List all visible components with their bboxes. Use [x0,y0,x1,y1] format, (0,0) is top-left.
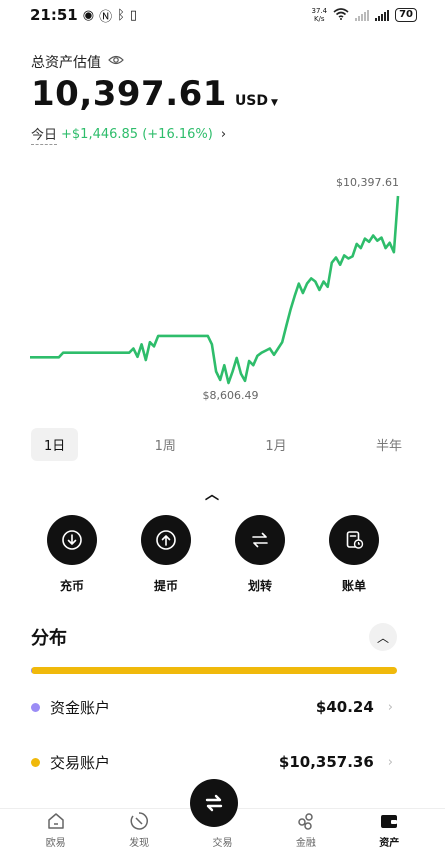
chevron-right-icon: › [387,754,393,770]
nav-assets-label: 资产 [379,838,400,849]
net-speed-value: 37.4 [311,7,328,15]
signal-icon-sim1 [355,9,370,21]
chevron-up-icon: ︿ [376,630,389,645]
status-time: 21:51 [30,6,78,24]
chart-series-line [30,195,400,385]
withdraw-label: 提币 [153,579,178,593]
balance-row: 10,397.61 USD ▼ [31,74,278,114]
caret-down-icon: ▼ [271,98,278,108]
chart-max-label: $10,397.61 [336,176,399,189]
wifi-icon [333,7,349,23]
chevron-right-icon: › [387,699,393,715]
bill-label: 账单 [341,579,366,593]
chevron-right-icon: › [220,127,227,142]
withdraw-icon [141,515,191,565]
nav-finance-label: 金融 [295,838,316,849]
currency-selector[interactable]: USD ▼ [235,93,278,109]
discover-icon [130,812,149,830]
battery-icon: 70 [395,8,417,22]
distribution-title: 分布 [31,628,67,649]
wallet-icon [381,815,398,828]
bill-button[interactable]: 账单 [328,515,380,594]
asset-title-text: 总资产估值 [31,55,101,71]
range-tab-6m[interactable]: 半年 [363,428,415,461]
nav-discover-label: 发现 [129,838,150,849]
transfer-icon [235,515,285,565]
visibility-eye-icon[interactable] [108,52,124,72]
total-balance: 10,397.61 [31,74,227,114]
pnl-value: +$1,446.85 (+16.16%) [61,127,213,142]
pnl-row[interactable]: 今日 +$1,446.85 (+16.16%) › [31,124,226,145]
deposit-icon [47,515,97,565]
net-speed-unit: K/s [313,15,325,23]
distribution-bar [31,667,397,674]
deposit-label: 充币 [59,579,84,593]
nav-home[interactable]: 欧易 [26,811,86,849]
net-speed: 37.4 K/s [311,7,327,23]
nav-trade-label: 交易 [212,838,233,849]
deposit-button[interactable]: 充币 [46,515,98,594]
vibrate-icon: ▯ [129,7,138,23]
trading-account-value: $10,357.36 [278,753,374,771]
range-tab-1d[interactable]: 1日 [31,427,79,461]
range-tabs: 1日 1周 1月 半年 [31,427,415,461]
nav-discover[interactable]: 发现 [109,811,169,849]
home-icon [47,813,64,829]
transfer-label: 划转 [247,579,272,593]
distribution-bar-funding-segment [31,667,33,674]
finance-icon [298,813,313,830]
status-right: 37.4 K/s 70 [311,7,417,23]
status-left: 21:51 ◉ Ⓝ ᛒ ▯ [30,6,137,25]
balance-chart: $10,397.61 $8,606.49 [0,170,445,410]
chart-min-label: $8,606.49 [202,389,259,402]
nav-assets[interactable]: 资产 [359,811,419,849]
bluetooth-icon: ᛒ [117,7,125,23]
trade-button[interactable] [190,779,238,827]
funding-account-row[interactable]: 资金账户 $40.24 › [31,692,393,722]
trading-account-name: 交易账户 [50,753,111,772]
signal-icon-sim2 [375,9,390,21]
funding-account-value: $40.24 [315,698,374,716]
range-tab-1w[interactable]: 1周 [142,428,189,461]
bill-icon [329,515,379,565]
nav-home-label: 欧易 [45,838,66,849]
funding-account-dot [31,702,40,712]
chevron-up-icon[interactable]: ︿ [205,484,219,504]
asset-title: 总资产估值 [31,52,124,72]
currency-label: USD [234,93,269,109]
funding-account-name: 资金账户 [50,698,111,717]
withdraw-button[interactable]: 提币 [140,515,192,594]
nfc-icon: Ⓝ [99,9,113,25]
trading-account-dot [31,757,40,767]
transfer-button[interactable]: 划转 [234,515,286,594]
nav-finance[interactable]: 金融 [276,811,336,849]
eye-icon: ◉ [82,7,95,23]
status-bar: 21:51 ◉ Ⓝ ᛒ ▯ 37.4 K/s 70 [0,0,445,30]
chart-svg [30,195,400,385]
range-tab-1m[interactable]: 1月 [252,428,299,461]
trade-icon [205,794,223,812]
pnl-label: 今日 [31,124,58,145]
trading-account-row[interactable]: 交易账户 $10,357.36 › [31,747,393,777]
distribution-collapse-button[interactable]: ︿ [369,623,397,651]
action-row: 充币 提币 划转 账单 [46,515,380,594]
